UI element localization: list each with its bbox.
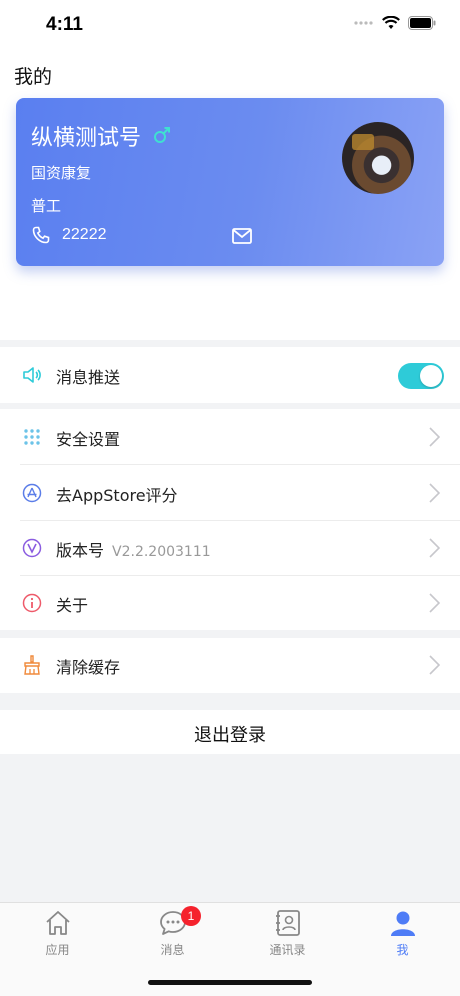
- message-badge: 1: [181, 906, 201, 926]
- version-value: V2.2.2003111: [112, 544, 211, 560]
- clear-cache-row[interactable]: 清除缓存: [0, 638, 460, 693]
- push-notification-row: 消息推送: [0, 347, 460, 403]
- mail-icon[interactable]: [232, 228, 252, 244]
- tab-label: 我: [396, 943, 409, 957]
- speaker-icon: [23, 367, 41, 383]
- profile-organization: 国资康复: [31, 164, 92, 182]
- tab-label: 消息: [160, 943, 185, 957]
- version-label-group: 版本号 V2.2.2003111: [56, 537, 211, 561]
- version-label: 版本号: [56, 541, 105, 560]
- broom-icon: [24, 655, 40, 675]
- logout-button[interactable]: 退出登录: [0, 710, 460, 754]
- appstore-icon: [22, 483, 42, 503]
- clear-cache-label: 清除缓存: [56, 658, 121, 677]
- about-row[interactable]: 关于: [0, 576, 460, 630]
- tab-label: 通讯录: [269, 943, 306, 957]
- push-notification-toggle[interactable]: [398, 363, 444, 389]
- chevron-right-icon: [429, 483, 440, 503]
- profile-name: 纵横测试号: [31, 126, 142, 151]
- chevron-right-icon: [429, 593, 440, 613]
- version-row[interactable]: 版本号 V2.2.2003111: [0, 521, 460, 576]
- phone-icon: [32, 226, 50, 244]
- signal-icon: [354, 21, 373, 25]
- tab-apps[interactable]: 应用: [0, 903, 115, 963]
- contacts-icon: [276, 910, 300, 936]
- info-icon: [22, 593, 42, 613]
- person-icon: [391, 911, 415, 936]
- avatar[interactable]: [342, 122, 414, 194]
- security-settings-label: 安全设置: [56, 430, 121, 449]
- security-settings-row[interactable]: 安全设置: [0, 409, 460, 465]
- grid-dots-icon: [24, 429, 40, 445]
- version-icon: [22, 538, 42, 558]
- page-title: 我的: [14, 66, 53, 88]
- rate-appstore-label: 去AppStore评分: [56, 486, 178, 505]
- battery-icon: [408, 16, 436, 30]
- tab-me[interactable]: 我: [345, 903, 460, 963]
- tab-messages[interactable]: 1 消息: [115, 903, 230, 963]
- wifi-icon: [382, 16, 400, 29]
- home-indicator: [148, 980, 312, 985]
- tab-label: 应用: [45, 943, 70, 957]
- rate-appstore-row[interactable]: 去AppStore评分: [0, 465, 460, 521]
- logout-label: 退出登录: [194, 725, 266, 746]
- about-label: 关于: [56, 596, 89, 615]
- status-time: 4:11: [46, 14, 83, 35]
- profile-role: 普工: [31, 197, 62, 215]
- chevron-right-icon: [429, 538, 440, 558]
- home-icon: [46, 911, 70, 935]
- push-notification-label: 消息推送: [56, 368, 121, 387]
- phone-number[interactable]: 22222: [62, 226, 107, 244]
- tab-contacts[interactable]: 通讯录: [230, 903, 345, 963]
- profile-card[interactable]: 纵横测试号 国资康复 普工 22222: [16, 98, 444, 266]
- status-bar: 4:11: [0, 0, 460, 50]
- chevron-right-icon: [429, 655, 440, 675]
- male-icon: [154, 127, 170, 143]
- status-icons: [354, 16, 436, 30]
- chevron-right-icon: [429, 427, 440, 447]
